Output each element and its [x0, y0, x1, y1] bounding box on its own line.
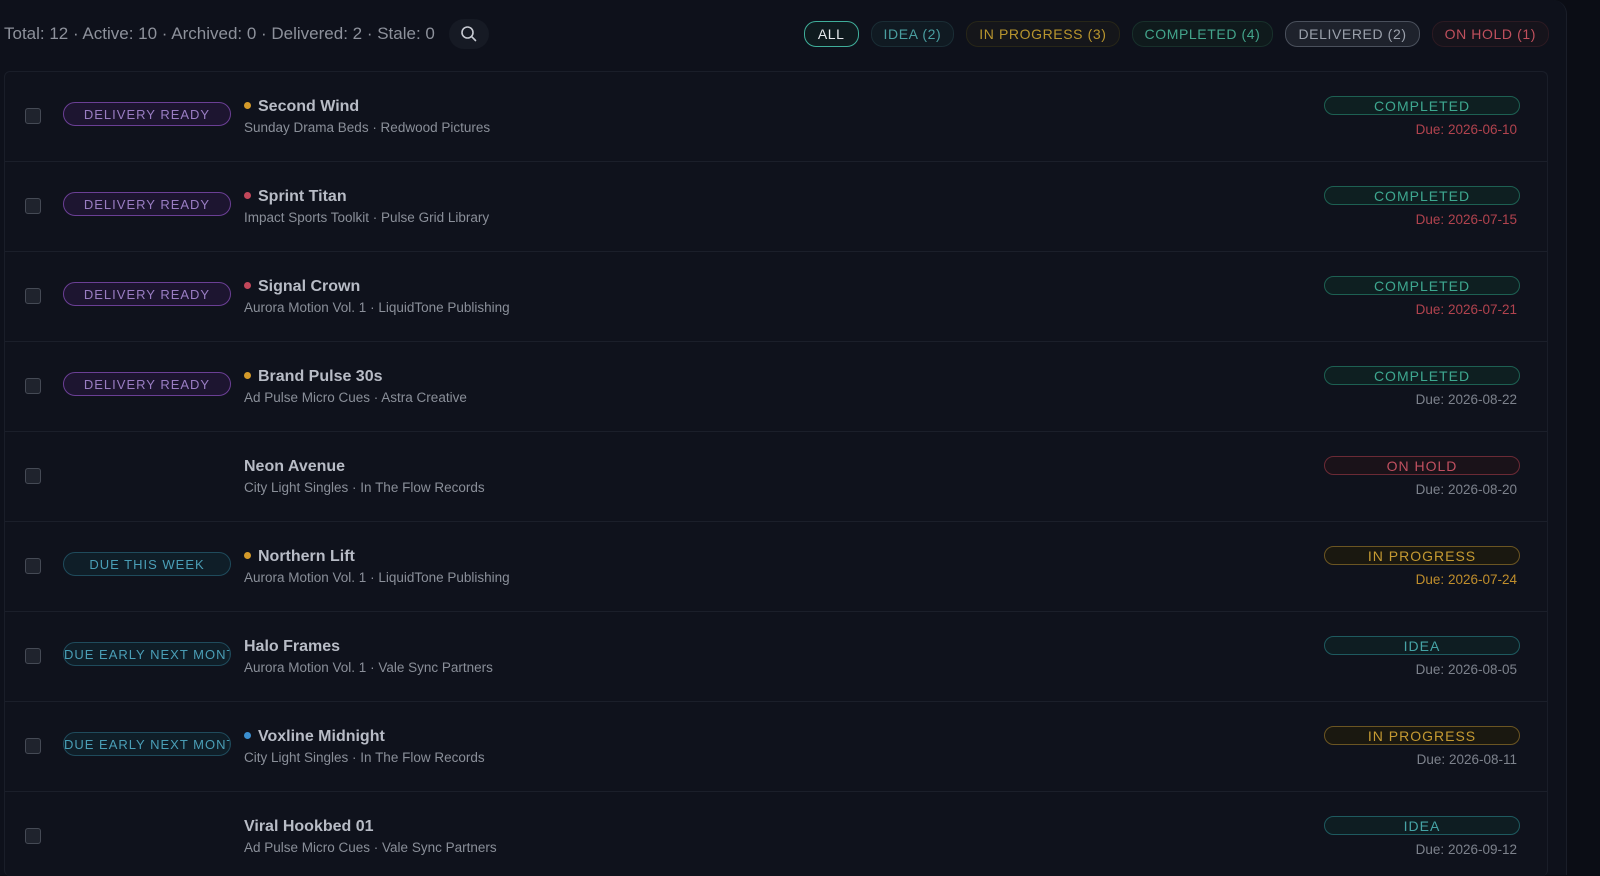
main-panel: Total: 12 · Active: 10 · Archived: 0 · D…	[0, 0, 1567, 876]
project-row[interactable]: DELIVERY READY Sprint Titan Impact Sports …	[5, 162, 1547, 252]
due-date: Due: 2026-07-21	[1415, 302, 1517, 317]
row-checkbox[interactable]	[25, 558, 41, 574]
title-line: Viral Hookbed 01	[244, 818, 374, 836]
row-checkbox[interactable]	[25, 648, 41, 664]
row-checkbox[interactable]	[25, 288, 41, 304]
project-subtitle: City Light Singles · In The Flow Records	[244, 480, 485, 495]
project-subtitle: Aurora Motion Vol. 1 · LiquidTone Publis…	[244, 300, 510, 315]
project-title[interactable]: Viral Hookbed 01	[244, 818, 374, 836]
filter-chip-all[interactable]: ALL	[803, 21, 859, 47]
priority-dot-icon	[244, 551, 251, 559]
project-subtitle: Ad Pulse Micro Cues · Vale Sync Partners	[244, 840, 497, 855]
project-title[interactable]: Voxline Midnight	[258, 728, 385, 746]
project-title[interactable]: Neon Avenue	[244, 458, 345, 476]
status-filters: ALL IDEA (2) IN PROGRESS (3) COMPLETED (4) D…	[803, 21, 1549, 47]
title-line: Sprint Titan	[244, 188, 347, 206]
project-row[interactable]: DELIVERY READY Brand Pulse 30s Ad Pulse Mi…	[5, 342, 1547, 432]
status-badge[interactable]: COMPLETED	[1324, 366, 1520, 385]
title-line: Northern Lift	[244, 548, 355, 566]
project-title[interactable]: Halo Frames	[244, 638, 340, 656]
title-line: Voxline Midnight	[244, 728, 385, 746]
toolbar: Total: 12 · Active: 10 · Archived: 0 · D…	[4, 17, 1549, 51]
deadline-tag: DELIVERY READY	[63, 192, 231, 216]
project-title[interactable]: Signal Crown	[258, 278, 360, 296]
priority-dot-icon	[244, 191, 251, 199]
filter-chip-completed[interactable]: COMPLETED (4)	[1131, 21, 1274, 47]
project-row[interactable]: DELIVERY READY Signal Crown Aurora Motion …	[5, 252, 1547, 342]
row-checkbox[interactable]	[25, 468, 41, 484]
due-date: Due: 2026-06-10	[1415, 122, 1517, 137]
row-checkbox[interactable]	[25, 828, 41, 844]
project-subtitle: Ad Pulse Micro Cues · Astra Creative	[244, 390, 467, 405]
priority-dot-icon	[244, 101, 251, 109]
due-date: Due: 2026-08-11	[1416, 752, 1517, 767]
status-badge[interactable]: COMPLETED	[1324, 186, 1520, 205]
title-line: Signal Crown	[244, 278, 360, 296]
filter-chip-idea[interactable]: IDEA (2)	[870, 21, 955, 47]
title-line: Neon Avenue	[244, 458, 345, 476]
project-title[interactable]: Sprint Titan	[258, 188, 347, 206]
deadline-tag: DUE THIS WEEK	[63, 552, 231, 576]
project-subtitle: Impact Sports Toolkit · Pulse Grid Libra…	[244, 210, 490, 225]
deadline-tag: DUE EARLY NEXT MONTH	[63, 642, 231, 666]
due-date: Due: 2026-08-05	[1415, 662, 1517, 677]
status-badge[interactable]: ON HOLD	[1324, 456, 1520, 475]
search-button[interactable]	[448, 19, 489, 49]
status-badge[interactable]: COMPLETED	[1324, 276, 1520, 295]
deadline-tag: DELIVERY READY	[63, 372, 231, 396]
filter-chip-delivered[interactable]: DELIVERED (2)	[1285, 21, 1420, 47]
title-line: Brand Pulse 30s	[244, 368, 383, 386]
status-badge[interactable]: IDEA	[1324, 636, 1520, 655]
search-icon	[461, 26, 477, 42]
due-date: Due: 2026-08-20	[1415, 482, 1517, 497]
deadline-tag: DELIVERY READY	[63, 282, 231, 306]
project-title[interactable]: Brand Pulse 30s	[258, 368, 383, 386]
row-checkbox[interactable]	[25, 198, 41, 214]
filter-chip-onhold[interactable]: ON HOLD (1)	[1431, 21, 1549, 47]
due-date: Due: 2026-07-15	[1415, 212, 1517, 227]
project-list: DELIVERY READY Second Wind Sunday Drama Be…	[4, 71, 1548, 876]
filter-chip-inprog[interactable]: IN PROGRESS (3)	[966, 21, 1120, 47]
summary-stats: Total: 12 · Active: 10 · Archived: 0 · D…	[4, 24, 435, 43]
project-row[interactable]: DUE THIS WEEK Northern Lift Aurora Motion …	[5, 522, 1547, 612]
row-checkbox[interactable]	[25, 738, 41, 754]
project-row[interactable]: DUE EARLY NEXT MONTH Voxline Midnight City…	[5, 702, 1547, 792]
project-subtitle: Sunday Drama Beds · Redwood Pictures	[244, 120, 491, 135]
project-title[interactable]: Second Wind	[258, 98, 359, 116]
project-subtitle: Aurora Motion Vol. 1 · LiquidTone Publis…	[244, 570, 510, 585]
status-badge[interactable]: IDEA	[1324, 816, 1520, 835]
status-badge[interactable]: COMPLETED	[1324, 96, 1520, 115]
due-date: Due: 2026-08-22	[1415, 392, 1517, 407]
title-line: Halo Frames	[244, 638, 340, 656]
project-subtitle: Aurora Motion Vol. 1 · Vale Sync Partner…	[244, 660, 493, 675]
row-checkbox[interactable]	[25, 378, 41, 394]
status-badge[interactable]: IN PROGRESS	[1324, 546, 1520, 565]
deadline-tag: DELIVERY READY	[63, 102, 231, 126]
row-checkbox[interactable]	[25, 108, 41, 124]
due-date: Due: 2026-09-12	[1415, 842, 1517, 857]
project-row[interactable]: DUE EARLY NEXT MONTH Halo Frames Aurora Mo…	[5, 612, 1547, 702]
project-row[interactable]: DELIVERY READY Second Wind Sunday Drama Be…	[5, 72, 1547, 162]
project-row[interactable]: Neon Avenue City Light Singles · In The F…	[5, 432, 1547, 522]
project-title[interactable]: Northern Lift	[258, 548, 355, 566]
project-subtitle: City Light Singles · In The Flow Records	[244, 750, 485, 765]
priority-dot-icon	[244, 371, 251, 379]
due-date: Due: 2026-07-24	[1415, 572, 1517, 587]
deadline-tag: DUE EARLY NEXT MONTH	[63, 732, 231, 756]
status-badge[interactable]: IN PROGRESS	[1324, 726, 1520, 745]
title-line: Second Wind	[244, 98, 359, 116]
priority-dot-icon	[244, 731, 251, 739]
project-row[interactable]: Viral Hookbed 01 Ad Pulse Micro Cues · Va…	[5, 792, 1547, 876]
priority-dot-icon	[244, 281, 251, 289]
